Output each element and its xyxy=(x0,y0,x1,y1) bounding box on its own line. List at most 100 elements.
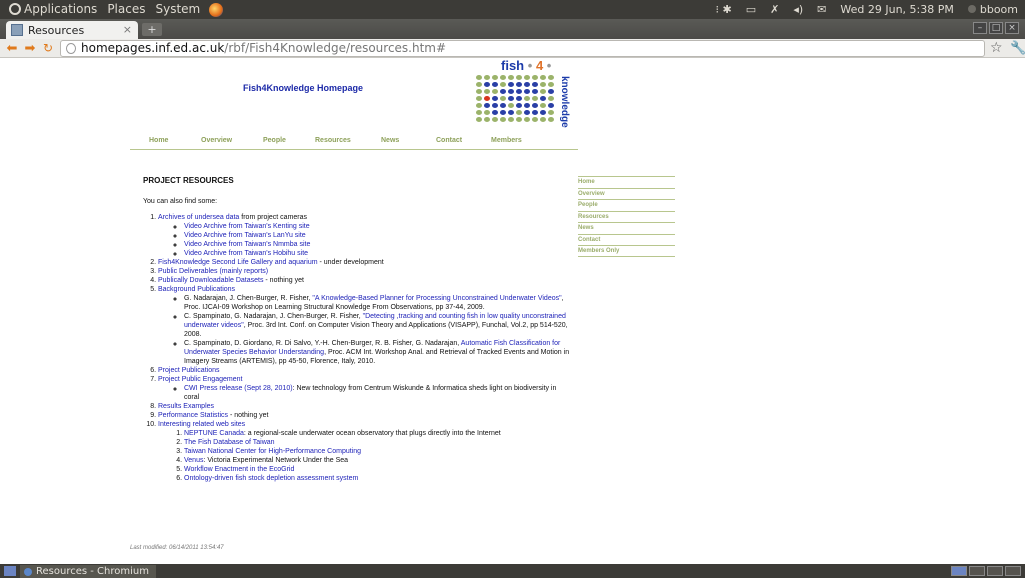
minimize-icon[interactable]: – xyxy=(973,22,987,34)
logo-dot xyxy=(532,117,538,122)
mail-icon[interactable]: ✉ xyxy=(810,0,833,19)
logo-dot xyxy=(492,96,498,101)
workspace-switcher xyxy=(951,566,1021,576)
user-menu[interactable]: bboom xyxy=(961,0,1025,19)
logo-dot xyxy=(540,103,546,108)
sidenav-home[interactable]: Home xyxy=(578,176,675,188)
list-item: Public Deliverables (mainly reports) xyxy=(158,267,573,276)
logo-dot xyxy=(484,96,490,101)
list-item: Video Archive from Taiwan's Kenting site xyxy=(184,222,573,231)
list-item: G. Nadarajan, J. Chen-Burger, R. Fisher,… xyxy=(184,294,573,312)
fish4knowledge-logo[interactable]: fish • 4 • knowledge xyxy=(473,58,573,136)
lanyu-link[interactable]: Video Archive from Taiwan's LanYu site xyxy=(184,232,306,239)
volume-icon[interactable]: ◂) xyxy=(786,0,810,19)
url-host: homepages.inf.ed.ac.uk xyxy=(81,41,225,55)
sidenav-resources[interactable]: Resources xyxy=(578,210,675,223)
logo-dot xyxy=(516,103,522,108)
nav-news[interactable]: News xyxy=(381,137,399,144)
workspace-2[interactable] xyxy=(969,566,985,576)
sidenav-overview[interactable]: Overview xyxy=(578,187,675,200)
logo-dot xyxy=(500,117,506,122)
nav-people[interactable]: People xyxy=(263,137,286,144)
page-title: PROJECT RESOURCES xyxy=(143,176,234,185)
intro-text: You can also find some: xyxy=(143,198,218,205)
show-desktop-icon[interactable] xyxy=(4,566,16,576)
ecogrid-link[interactable]: Workflow Enactment in the EcoGrid xyxy=(184,466,294,473)
nchc-link[interactable]: Taiwan National Center for High-Performa… xyxy=(184,448,361,455)
sidenav-news[interactable]: News xyxy=(578,222,675,234)
workspace-4[interactable] xyxy=(1005,566,1021,576)
list-item: Video Archive from Taiwan's Nmmba site xyxy=(184,240,573,249)
ontology-link[interactable]: Ontology-driven fish stock depletion ass… xyxy=(184,475,358,482)
list-item: Project Publications xyxy=(158,366,573,375)
wrench-menu-icon[interactable]: 🔧 xyxy=(1010,39,1025,58)
venus-link[interactable]: Venus xyxy=(184,457,203,464)
nmmba-link[interactable]: Video Archive from Taiwan's Nmmba site xyxy=(184,241,310,248)
logo-dot xyxy=(492,110,498,115)
close-window-icon[interactable]: × xyxy=(1005,22,1019,34)
logo-dot xyxy=(540,96,546,101)
deliverables-link[interactable]: Public Deliverables (mainly reports) xyxy=(158,268,268,275)
related-sites-link[interactable]: Interesting related web sites xyxy=(158,421,245,428)
datasets-link[interactable]: Publically Downloadable Datasets xyxy=(158,277,263,284)
hobihu-link[interactable]: Video Archive from Taiwan's Hobihu site xyxy=(184,250,308,257)
project-publications-link[interactable]: Project Publications xyxy=(158,367,219,374)
logo-dot xyxy=(524,117,530,122)
taskbar-window-button[interactable]: Resources - Chromium xyxy=(20,565,156,578)
fish-database-link[interactable]: The Fish Database of Taiwan xyxy=(184,439,275,446)
nav-home[interactable]: Home xyxy=(149,137,168,144)
display-icon[interactable]: ▭ xyxy=(739,0,763,19)
nav-resources[interactable]: Resources xyxy=(315,137,351,144)
sidenav-contact[interactable]: Contact xyxy=(578,233,675,246)
logo-dot xyxy=(476,75,482,80)
sidenav-people[interactable]: People xyxy=(578,199,675,211)
tab-resources[interactable]: Resources × xyxy=(6,21,138,39)
archives-link[interactable]: Archives of undersea data xyxy=(158,214,239,221)
tab-strip: Resources × + – □ × xyxy=(0,19,1025,39)
logo-dot xyxy=(548,117,554,122)
list-item: NEPTUNE Canada: a regional-scale underwa… xyxy=(184,429,573,438)
nav-contact[interactable]: Contact xyxy=(436,137,462,144)
logo-dot xyxy=(484,117,490,122)
logo-dot xyxy=(500,75,506,80)
resource-list: Archives of undersea data from project c… xyxy=(158,213,573,483)
system-menu[interactable]: System xyxy=(150,0,205,19)
cwi-press-link[interactable]: CWI Press release (Sept 28, 2010) xyxy=(184,385,293,392)
tab-close-icon[interactable]: × xyxy=(123,23,132,36)
applications-menu[interactable]: Applications xyxy=(4,0,102,19)
kenting-link[interactable]: Video Archive from Taiwan's Kenting site xyxy=(184,223,310,230)
workspace-3[interactable] xyxy=(987,566,1003,576)
forward-arrow-icon[interactable]: ➡ xyxy=(21,39,39,58)
workspace-1[interactable] xyxy=(951,566,967,576)
background-publications-link[interactable]: Background Publications xyxy=(158,286,235,293)
web-page: Fish4Knowledge Homepage fish • 4 • knowl… xyxy=(0,58,1025,564)
neptune-link[interactable]: NEPTUNE Canada xyxy=(184,430,244,437)
places-menu[interactable]: Places xyxy=(102,0,150,19)
page-info-icon[interactable] xyxy=(66,43,76,54)
logo-dot xyxy=(524,75,530,80)
firefox-launcher-icon[interactable] xyxy=(209,2,224,17)
maximize-icon[interactable]: □ xyxy=(989,22,1003,34)
address-bar[interactable]: homepages.inf.ed.ac.uk/rbf/Fish4Knowledg… xyxy=(60,40,985,57)
performance-statistics-link[interactable]: Performance Statistics xyxy=(158,412,228,419)
results-examples-link[interactable]: Results Examples xyxy=(158,403,214,410)
logo-dot xyxy=(516,117,522,122)
logo-dot xyxy=(492,75,498,80)
bluetooth-icon[interactable]: ✗ xyxy=(763,0,786,19)
sidenav-members-only[interactable]: Members Only xyxy=(578,245,675,257)
network-icon[interactable]: ⁝ ✱ xyxy=(708,0,738,19)
logo-dot xyxy=(476,117,482,122)
publication-link[interactable]: "A Knowledge-Based Planner for Processin… xyxy=(312,295,561,302)
bookmark-star-icon[interactable]: ☆ xyxy=(990,39,1003,58)
nav-overview[interactable]: Overview xyxy=(201,137,232,144)
new-tab-button[interactable]: + xyxy=(142,23,162,36)
clock[interactable]: Wed 29 Jun, 5:38 PM xyxy=(833,0,960,19)
applications-icon xyxy=(9,3,21,15)
logo-dot xyxy=(484,75,490,80)
reload-icon[interactable]: ↻ xyxy=(39,39,57,58)
back-arrow-icon[interactable]: ⬅ xyxy=(3,39,21,58)
logo-dot xyxy=(484,82,490,87)
public-engagement-link[interactable]: Project Public Engagement xyxy=(158,376,242,383)
nav-members[interactable]: Members xyxy=(491,137,522,144)
second-life-link[interactable]: Fish4Knowledge Second Life Gallery and a… xyxy=(158,259,318,266)
